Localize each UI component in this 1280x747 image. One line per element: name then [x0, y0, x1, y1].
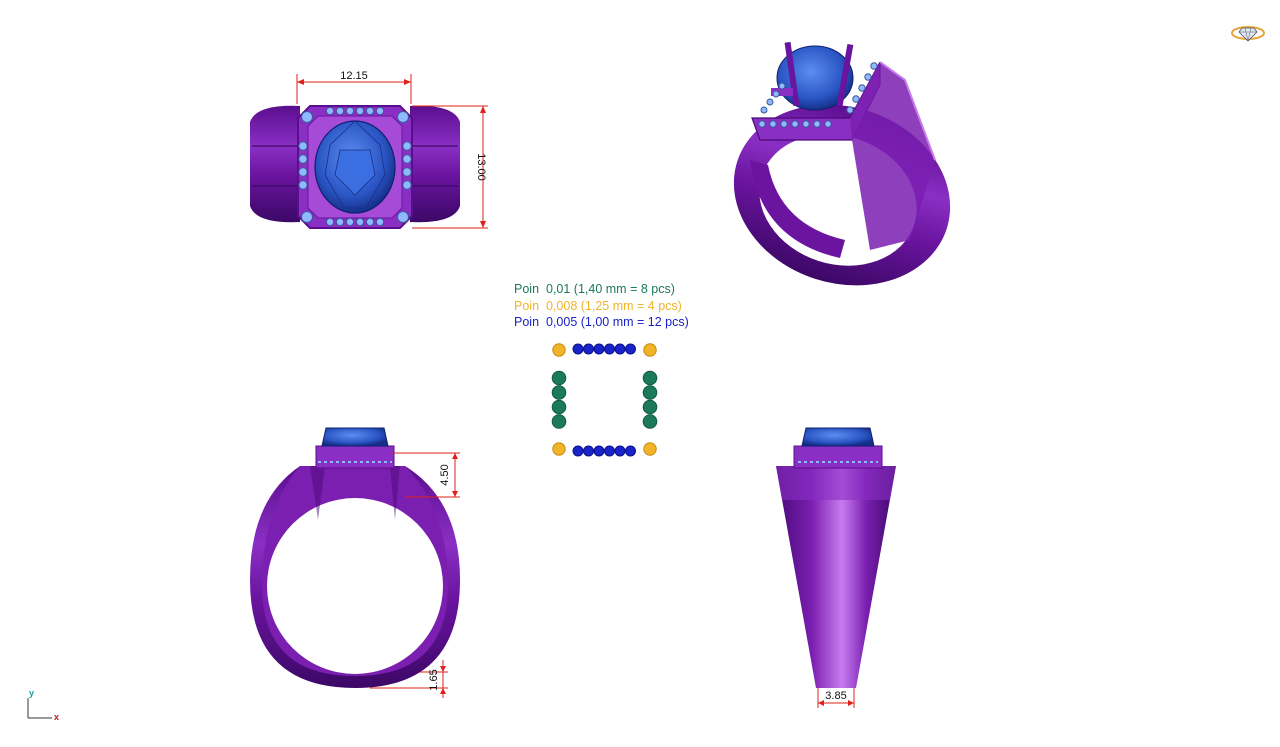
halo-left-stone — [298, 167, 308, 177]
legend-row-2: Poin 0,008 (1,25 mm = 4 pcs) — [514, 298, 689, 315]
left-column-stone — [551, 414, 567, 429]
persp-side-stone — [846, 106, 854, 114]
perspective-view — [733, 41, 951, 286]
band-left — [250, 105, 300, 223]
left-column-stone — [551, 385, 567, 400]
halo-corner-stone — [301, 211, 313, 223]
halo-left-stone — [298, 180, 308, 190]
bottom-row-stone — [572, 445, 584, 457]
halo-bottom-stone — [345, 217, 355, 227]
top-row-stone — [572, 343, 584, 355]
top-row-stone — [625, 343, 636, 355]
halo-top-stone — [375, 106, 385, 116]
halo-right-stone — [402, 167, 412, 177]
halo-bottom-stone — [335, 217, 345, 227]
persp-front-stone — [824, 120, 832, 128]
left-column-stone — [551, 370, 567, 386]
top-row-stone — [614, 343, 626, 355]
bottom-row-stone — [614, 445, 626, 457]
persp-front-stone — [780, 120, 788, 128]
halo-bottom-stone — [325, 217, 335, 227]
persp-side-stone — [852, 95, 860, 103]
halo-top-stone — [365, 106, 375, 116]
halo-bottom-stone — [375, 217, 385, 227]
persp-side-stone — [858, 84, 866, 92]
top-row-stone — [583, 343, 594, 355]
finger-hole — [267, 498, 443, 674]
right-column-stone — [642, 399, 658, 415]
legend-label-2: Poin — [514, 298, 540, 313]
persp-front-stone — [769, 120, 777, 128]
persp-left-stone — [778, 82, 786, 90]
persp-left-stone — [766, 98, 774, 106]
persp-left-stone — [760, 106, 768, 114]
right-column-stone — [642, 414, 658, 429]
right-column-stone — [642, 385, 658, 400]
halo-top-stone — [355, 106, 365, 116]
halo-left-stone — [298, 154, 308, 164]
axis-y-label: y — [29, 688, 34, 698]
halo-top-stone — [335, 106, 345, 116]
persp-front-stone — [813, 120, 821, 128]
dim-front-setting-label: 4.50 — [439, 464, 451, 485]
halo-right-stone — [402, 154, 412, 164]
persp-front-stone — [758, 120, 766, 128]
side-stone — [801, 427, 875, 447]
dim-side-width: 3.85 — [817, 688, 855, 708]
front-view — [250, 427, 460, 688]
halo-corner-stone — [301, 111, 313, 123]
front-stone — [321, 427, 389, 447]
corner-stone — [643, 343, 657, 357]
right-column-stone — [642, 370, 658, 386]
stone-legend: Poin 0,01 (1,40 mm = 8 pcs) Poin 0,008 (1,… — [514, 281, 689, 331]
bottom-row-stone — [583, 445, 594, 457]
halo-right-stone — [402, 180, 412, 190]
halo-corner-stone — [397, 211, 409, 223]
dim-top-width: 12.15 — [296, 70, 412, 104]
halo-bottom-stone — [355, 217, 365, 227]
legend-value-3: 0,005 (1,00 mm = 12 pcs) — [546, 315, 689, 329]
persp-side-stone — [870, 62, 878, 70]
corner-stone — [552, 343, 566, 357]
drawing-canvas: 12.15 13.00 4.50 1.65 3.85 y x — [27, 26, 1265, 722]
stone-layout-diagram — [551, 343, 658, 457]
bottom-row-stone — [625, 445, 636, 457]
axis-triad: y x — [27, 688, 59, 722]
corner-stone — [643, 442, 657, 456]
legend-value-1: 0,01 (1,40 mm = 8 pcs) — [546, 282, 675, 296]
legend-value-2: 0,008 (1,25 mm = 4 pcs) — [546, 298, 682, 313]
dim-front-thickness-label: 1.65 — [428, 669, 440, 690]
bottom-row-stone — [604, 445, 615, 457]
persp-front-stone — [791, 120, 799, 128]
persp-left-stone — [772, 90, 780, 98]
persp-side-stone — [864, 73, 872, 81]
side-view — [776, 427, 896, 688]
corner-stone — [552, 442, 566, 456]
halo-top-stone — [345, 106, 355, 116]
diamond-logo — [1231, 26, 1265, 42]
legend-label-3: Poin — [514, 315, 540, 329]
top-row-stone — [593, 343, 605, 355]
axis-x-label: x — [54, 712, 59, 722]
bottom-row-stone — [593, 445, 605, 457]
halo-right-stone — [402, 141, 412, 151]
left-column-stone — [551, 399, 567, 415]
legend-label-1: Poin — [514, 282, 540, 296]
legend-row-1: Poin 0,01 (1,40 mm = 8 pcs) — [514, 281, 689, 298]
band-right — [410, 105, 460, 223]
halo-left-stone — [298, 141, 308, 151]
halo-top-stone — [325, 106, 335, 116]
dim-side-width-label: 3.85 — [825, 690, 846, 702]
top-view — [250, 105, 460, 229]
halo-bottom-stone — [365, 217, 375, 227]
halo-corner-stone — [397, 111, 409, 123]
top-row-stone — [604, 343, 615, 355]
dim-top-width-label: 12.15 — [340, 70, 368, 82]
legend-row-3: Poin 0,005 (1,00 mm = 12 pcs) — [514, 314, 689, 331]
persp-front-stone — [802, 120, 810, 128]
dim-top-height-label: 13.00 — [475, 153, 487, 181]
